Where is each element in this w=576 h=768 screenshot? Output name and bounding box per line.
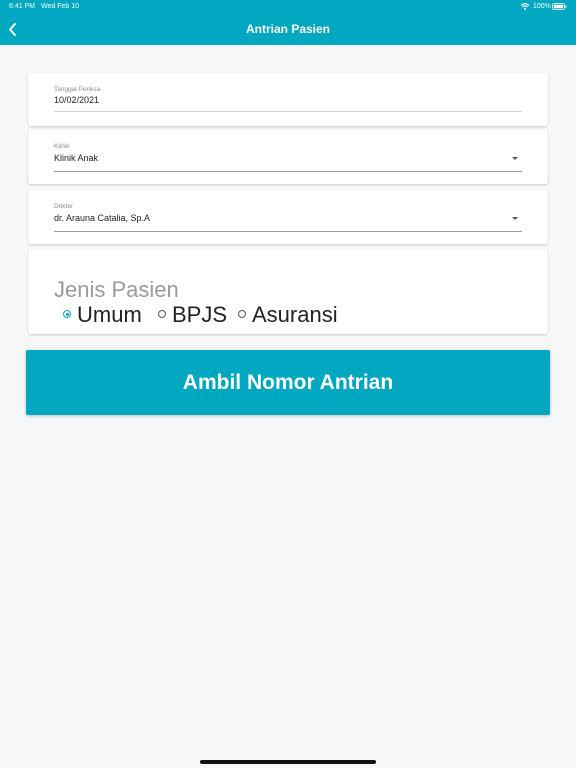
- status-bar: 6:41 PM Wed Feb 10 100%: [0, 0, 576, 14]
- klinik-underline: [54, 171, 522, 172]
- page-title: Antrian Pasien: [245, 22, 331, 36]
- radio-unchecked-icon[interactable]: [158, 310, 166, 318]
- status-time: 6:41 PM: [9, 3, 36, 10]
- klinik-label: Klinik: [54, 143, 70, 150]
- jenis-pasien-label: Jenis Pasien: [54, 277, 179, 302]
- klinik-card: Klinik Klinik Anak: [28, 130, 548, 184]
- dokter-card: Dokter dr. Arauna Catalia, Sp.A: [28, 190, 548, 244]
- dokter-select[interactable]: dr. Arauna Catalia, Sp.A: [54, 213, 150, 223]
- tanggal-periksa-input[interactable]: 10/02/2021: [54, 95, 99, 105]
- radio-asuransi-label: Asuransi: [252, 302, 338, 327]
- radio-umum[interactable]: Umum: [63, 302, 149, 328]
- dokter-label: Dokter: [54, 203, 74, 210]
- radio-asuransi[interactable]: Asuransi: [238, 302, 350, 328]
- radio-checked-icon[interactable]: [63, 310, 71, 318]
- wifi-icon: [520, 3, 530, 10]
- klinik-select[interactable]: Klinik Anak: [54, 153, 98, 163]
- radio-unchecked-icon[interactable]: [238, 310, 246, 318]
- navigation-bar: Antrian Pasien: [0, 14, 576, 45]
- tanggal-periksa-card: Tanggal Periksa 10/02/2021: [28, 73, 548, 126]
- battery-icon: [552, 3, 567, 10]
- radio-bpjs[interactable]: BPJS: [158, 302, 234, 328]
- tanggal-periksa-underline: [54, 111, 522, 112]
- tanggal-periksa-label: Tanggal Periksa: [54, 86, 101, 93]
- status-date: Wed Feb 10: [41, 3, 80, 10]
- battery-percent: 100%: [533, 3, 551, 10]
- radio-umum-label: Umum: [77, 302, 142, 327]
- chevron-down-icon[interactable]: [512, 157, 518, 160]
- ambil-nomor-antrian-button[interactable]: Ambil Nomor Antrian: [26, 350, 550, 415]
- radio-bpjs-label: BPJS: [172, 302, 228, 327]
- jenis-pasien-card: Jenis Pasien Umum BPJS Asuransi: [28, 250, 548, 334]
- home-indicator: [200, 760, 376, 764]
- chevron-down-icon[interactable]: [512, 217, 518, 220]
- dokter-underline: [54, 231, 522, 232]
